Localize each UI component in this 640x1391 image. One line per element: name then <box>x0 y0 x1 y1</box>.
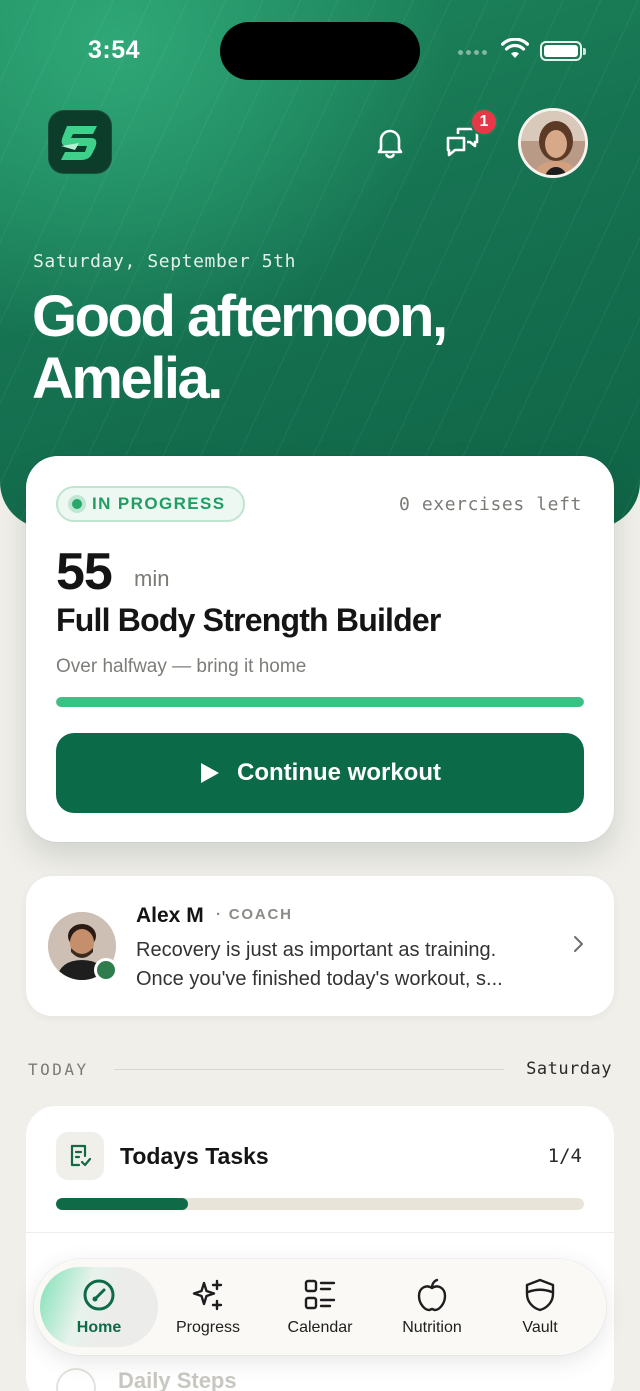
chevron-right-icon[interactable] <box>572 934 586 954</box>
status-label: IN PROGRESS <box>92 494 226 513</box>
tab-vault[interactable]: Vault <box>494 1267 586 1347</box>
online-status-dot <box>94 958 118 982</box>
clipboard-check-icon <box>70 1144 92 1167</box>
status-dot-icon <box>68 495 86 513</box>
task-item-label[interactable]: Daily Steps <box>118 1368 237 1391</box>
shield-icon <box>525 1278 555 1312</box>
workout-title: Full Body Strength Builder <box>56 602 441 638</box>
status-badge: IN PROGRESS <box>56 486 246 522</box>
duration-value: 55 <box>56 543 113 601</box>
coach-message-line: Recovery is just as important as trainin… <box>136 939 497 961</box>
profile-avatar[interactable] <box>518 108 588 178</box>
section-divider <box>114 1069 504 1070</box>
coach-message-line: Once you've finished today's workout, s.… <box>136 968 503 990</box>
app-logo[interactable] <box>48 110 112 174</box>
tasks-icon-tile <box>56 1132 104 1180</box>
coach-message: Recovery is just as important as trainin… <box>136 936 566 994</box>
continue-workout-label: Continue workout <box>237 759 441 786</box>
tab-home[interactable]: Home <box>40 1267 158 1347</box>
tab-progress[interactable]: Progress <box>162 1267 254 1347</box>
tasks-progress-bar <box>56 1198 584 1210</box>
task-checkbox[interactable] <box>56 1368 96 1391</box>
apple-icon <box>417 1278 447 1312</box>
gauge-icon <box>83 1279 115 1311</box>
workout-progress-fill <box>56 697 584 707</box>
dynamic-island <box>220 22 420 80</box>
tab-label: Home <box>76 1319 122 1336</box>
today-section-header: TODAY Saturday <box>28 1058 612 1082</box>
cellular-signal-icon <box>458 50 487 55</box>
tab-nutrition[interactable]: Nutrition <box>386 1267 478 1347</box>
workout-subtitle: Over halfway — bring it home <box>56 656 307 677</box>
tab-calendar[interactable]: Calendar <box>274 1267 366 1347</box>
tab-label: Nutrition <box>402 1319 462 1336</box>
continue-workout-button[interactable]: Continue workout <box>56 733 584 813</box>
greeting-text: Good afternoon, Amelia. <box>32 284 448 411</box>
today-label: TODAY <box>28 1060 89 1079</box>
play-icon <box>201 763 219 783</box>
tasks-count: 1/4 <box>547 1145 582 1167</box>
coach-message-card[interactable]: Alex M · COACH Recovery is just as impor… <box>26 876 614 1016</box>
coach-name: Alex M <box>136 904 204 927</box>
tab-label: Progress <box>175 1319 241 1336</box>
battery-icon <box>540 41 586 61</box>
divider <box>26 1232 614 1233</box>
list-grid-icon <box>304 1279 336 1310</box>
tasks-progress-fill <box>56 1198 188 1210</box>
bottom-tab-bar: Home Progress Calendar Nutrition Vault <box>34 1259 606 1355</box>
exercises-left: 0 exercises left <box>399 494 582 515</box>
tasks-title: Todays Tasks <box>120 1143 269 1169</box>
sparkles-icon <box>192 1279 223 1311</box>
today-day: Saturday <box>526 1059 612 1079</box>
workout-progress-card[interactable]: IN PROGRESS 0 exercises left 55 min Full… <box>26 456 614 842</box>
duration-unit: min <box>134 566 170 591</box>
greeting-heading: Good afternoon, Amelia. <box>32 286 592 410</box>
bell-icon[interactable] <box>372 124 408 160</box>
notification-badge: 1 <box>470 108 498 136</box>
tab-label: Vault <box>522 1319 558 1336</box>
current-date: Saturday, September 5th <box>33 251 297 272</box>
coach-role: · COACH <box>216 906 293 923</box>
logo-mark-icon <box>61 126 97 160</box>
wifi-icon <box>501 38 529 58</box>
status-bar-time: 3:54 <box>88 36 141 64</box>
tab-label: Calendar <box>287 1319 353 1336</box>
workout-progress-bar <box>56 697 584 707</box>
